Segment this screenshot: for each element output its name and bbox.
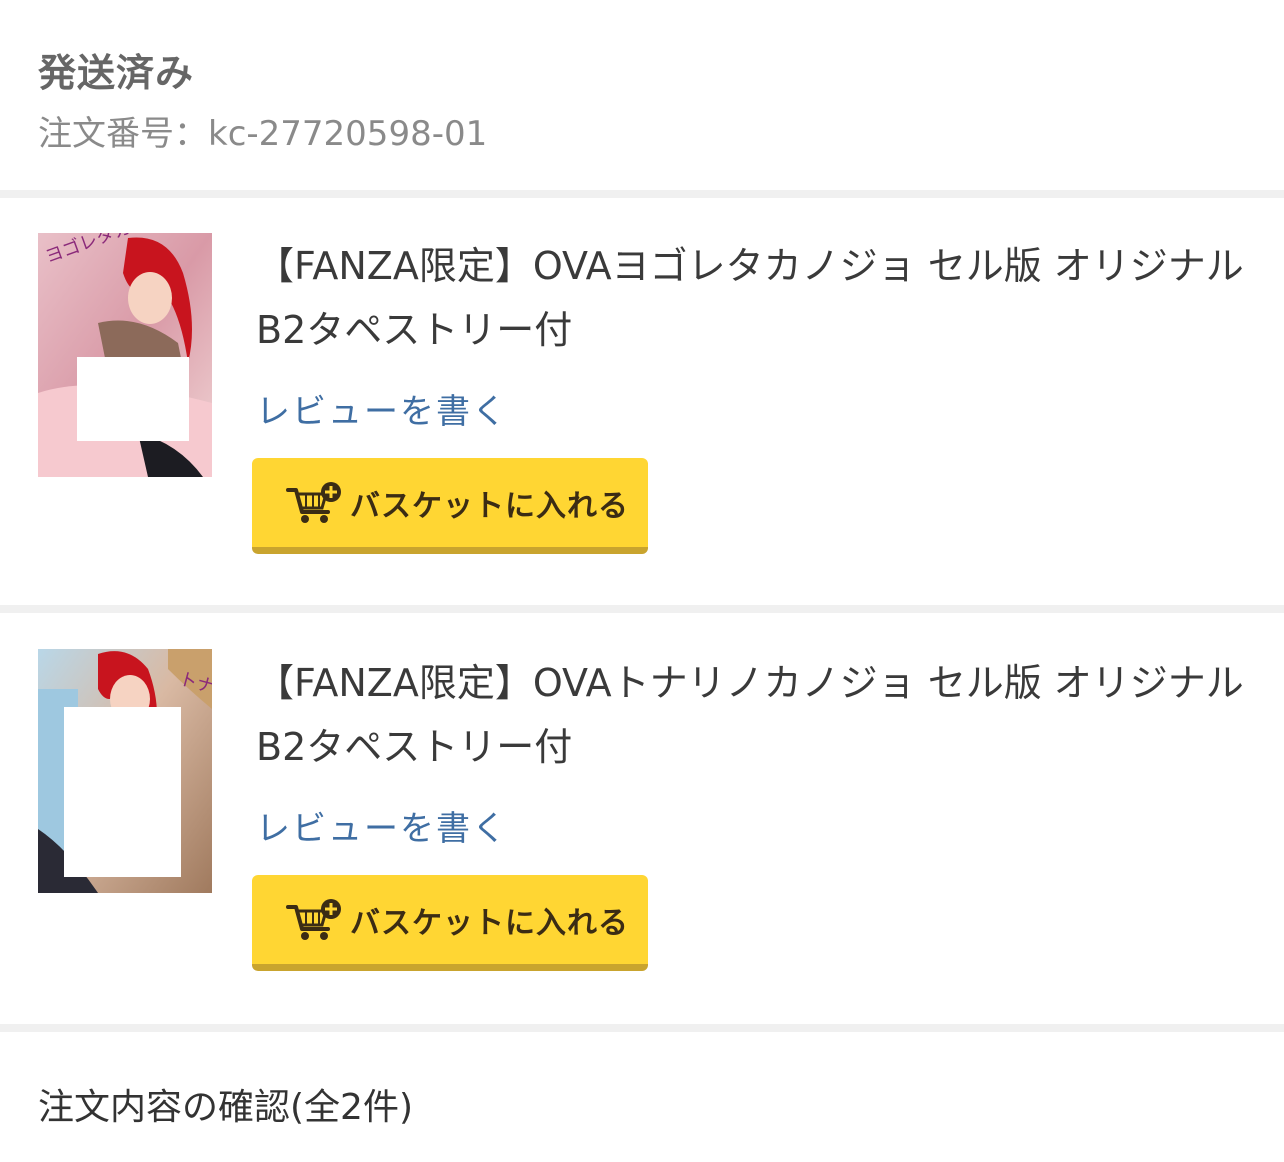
order-header: 発送済み 注文番号：kc-27720598-01: [0, 0, 1284, 190]
order-item: トナリノカノジョ 【FANZA限定】OVAトナリノカノジョ セル版 オリジナルB…: [0, 613, 1284, 1023]
cart-plus-icon: [286, 898, 341, 940]
divider: [0, 605, 1284, 613]
add-to-basket-label: バスケットに入れる: [350, 905, 629, 941]
write-review-link[interactable]: レビューを書く: [256, 801, 508, 850]
cart-plus-icon: [286, 481, 341, 523]
order-summary-heading[interactable]: 注文内容の確認(全2件): [38, 1078, 413, 1130]
add-to-basket-button[interactable]: バスケットに入れる: [252, 875, 648, 971]
divider: [0, 1024, 1284, 1032]
order-item: ヨゴレタカノジョ 【FANZA限定】OVAヨゴレタカノジョ セル版 オリジナルB…: [0, 198, 1284, 608]
order-number: 注文番号：kc-27720598-01: [38, 114, 488, 154]
write-review-link[interactable]: レビューを書く: [256, 384, 508, 433]
product-title[interactable]: 【FANZA限定】OVAヨゴレタカノジョ セル版 オリジナルB2タペストリー付: [256, 234, 1246, 362]
product-thumbnail[interactable]: トナリノカノジョ: [38, 649, 212, 893]
add-to-basket-label: バスケットに入れる: [350, 488, 629, 524]
add-to-basket-button[interactable]: バスケットに入れる: [252, 458, 648, 554]
cover-image: トナリノカノジョ: [38, 649, 212, 893]
cover-image: ヨゴレタカノジョ: [38, 233, 212, 477]
product-title[interactable]: 【FANZA限定】OVAトナリノカノジョ セル版 オリジナルB2タペストリー付: [256, 651, 1246, 779]
product-thumbnail[interactable]: ヨゴレタカノジョ: [38, 233, 212, 477]
divider: [0, 190, 1284, 198]
order-status: 発送済み: [38, 51, 195, 95]
